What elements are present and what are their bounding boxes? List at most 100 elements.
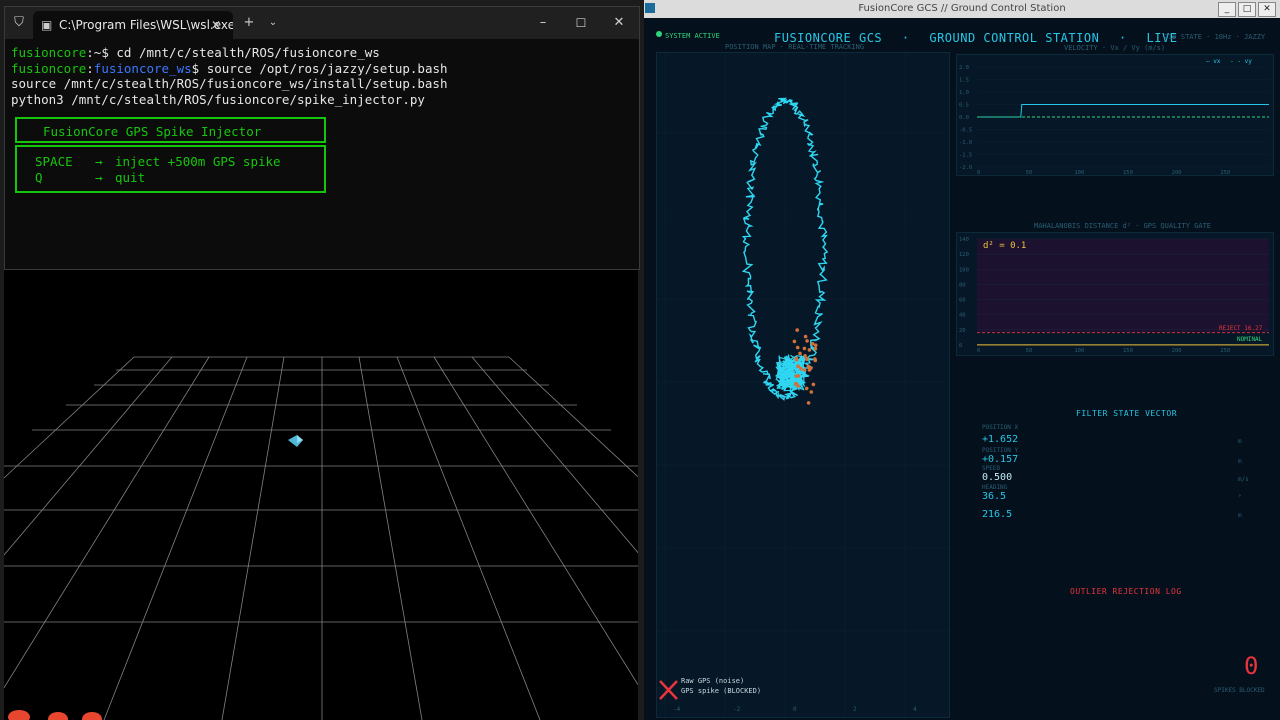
raw-gps-point [799, 366, 803, 371]
terminal-line: fusioncore:~$ cd /mnt/c/stealth/ROS/fusi… [11, 45, 380, 60]
raw-gps-point [795, 382, 799, 387]
state-unit: m/s [1238, 476, 1249, 483]
terminal-tab-title: C:\Program Files\WSL\wsl.exe [59, 18, 233, 32]
maximize-icon[interactable]: ☐ [569, 7, 593, 39]
position-map-title: POSITION MAP · REAL-TIME TRACKING [725, 43, 865, 51]
raw-gps-point [811, 382, 816, 387]
raw-gps-point [802, 368, 807, 372]
raw-gps-point [795, 328, 799, 332]
state-value: 36.5 [982, 491, 1007, 502]
x-tick-label: 150 [1123, 170, 1133, 175]
ground-grid [4, 356, 638, 720]
y-tick-label: -2.0 [959, 165, 972, 171]
y-tick-label: 0 [959, 343, 962, 349]
3d-viewer[interactable] [4, 270, 638, 720]
injector-title-box: FusionCore GPS Spike Injector [15, 117, 326, 143]
reject-label: REJECT 16.27 [1219, 325, 1263, 332]
raw-gps-point [813, 343, 818, 348]
new-tab-icon[interactable]: + [239, 7, 259, 39]
close-tab-icon[interactable]: ✕ [211, 11, 221, 39]
y-tick-label: 100 [959, 267, 969, 273]
maximize-icon[interactable]: □ [1238, 2, 1256, 17]
y-tick-label: 20 [959, 328, 966, 334]
minimize-icon[interactable]: – [531, 7, 555, 39]
robot-marker-icon[interactable] [286, 434, 304, 450]
injector-keys-box: SPACE → inject +500m GPS spike Q → quit [15, 145, 326, 193]
terminal-output[interactable]: fusioncore:~$ cd /mnt/c/stealth/ROS/fusi… [11, 45, 633, 107]
raw-gps-point [803, 354, 807, 358]
velocity-legend: — vx - - vy [1206, 58, 1252, 65]
red-dot-icon[interactable] [8, 710, 30, 720]
red-dot-icon[interactable] [48, 712, 68, 720]
raw-gps-point [804, 386, 809, 391]
y-tick-label: 120 [959, 252, 969, 258]
y-tick-label: -1.0 [959, 140, 972, 146]
x-tick-label: 2 [853, 706, 857, 713]
raw-gps-point [807, 348, 812, 352]
raw-gps-point [813, 346, 818, 351]
gcs-window: FusionCore GCS // Ground Control Station… [644, 0, 1280, 720]
velocity-panel[interactable]: 2.0 1.5 1.0 0.5 0.0 -0.5 -1.0 -1.5 -2.0 0 50 100 150… [956, 54, 1274, 176]
raw-gps-point [806, 401, 811, 405]
chevron-down-icon[interactable]: ⌄ [263, 7, 283, 39]
legend-vy: vy [1244, 58, 1252, 65]
header-right-info: 21D STATE · 10Hz · JAZZY [1164, 33, 1266, 41]
state-unit: ° [1238, 494, 1242, 501]
terminal-window: ⛉ ▣ C:\Program Files\WSL\wsl.exe ✕ + ⌄ –… [4, 6, 640, 270]
shield-icon[interactable]: ⛉ [9, 7, 29, 39]
red-dot-icon[interactable] [82, 712, 102, 720]
x-tick-label: 200 [1172, 348, 1182, 354]
mahalanobis-panel[interactable]: 140 120 100 80 60 40 20 0 0 50 100 150 200 250 d² = 0… [956, 232, 1274, 356]
state-label: HEADING [982, 484, 1008, 491]
raw-gps-point [805, 339, 809, 343]
injector-key-row: SPACE → inject +500m GPS spike [35, 154, 281, 169]
state-label: POSITION Y [982, 447, 1019, 454]
mahalanobis-chart: 1401201008060402000 50 100 150 200 250 [959, 237, 1269, 354]
outlier-log-title: OUTLIER REJECTION LOG [1070, 587, 1182, 596]
mahalanobis-title: MAHALANOBIS DISTANCE d² · GPS QUALITY GA… [1034, 222, 1212, 230]
state-label: POSITION X [982, 424, 1019, 431]
state-unit: m [1238, 512, 1242, 519]
legend-gps-spike: GPS spike (BLOCKED) [681, 687, 762, 695]
terminal-titlebar: ⛉ ▣ C:\Program Files\WSL\wsl.exe ✕ + ⌄ –… [5, 7, 639, 39]
x-tick-label: 250 [1220, 348, 1230, 354]
legend-vx: vx [1213, 58, 1221, 65]
close-icon[interactable]: ✕ [1258, 2, 1276, 17]
raw-gps-point [813, 357, 817, 361]
y-tick-label: 140 [959, 237, 969, 243]
y-tick-label: 0.0 [959, 115, 969, 121]
state-unit: m [1238, 458, 1242, 465]
position-map-panel[interactable]: POSITION MAP · REAL-TIME TRACKING 6420-2… [656, 43, 950, 718]
x-tick-label: 0 [977, 170, 980, 175]
legend-raw-gps: Raw GPS (noise) [681, 677, 745, 685]
filter-state-table: POSITION X +1.652 m POSITION Y +0.157 m … [982, 424, 1268, 528]
raw-gps-point [794, 357, 799, 362]
y-tick-label: 0.5 [959, 103, 969, 109]
x-tick-label: -2 [733, 706, 741, 713]
raw-gps-point [795, 345, 800, 350]
raw-gps-point [810, 341, 815, 346]
raw-gps-point [796, 364, 800, 369]
terminal-line: source /mnt/c/stealth/ROS/fusioncore_ws/… [11, 76, 448, 91]
terminal-tab[interactable]: ▣ C:\Program Files\WSL\wsl.exe ✕ [33, 11, 233, 39]
terminal-line: fusioncore:fusioncore_ws$ source /opt/ro… [11, 60, 448, 76]
raw-gps-point [809, 390, 814, 394]
x-tick-label: 50 [1026, 348, 1033, 354]
y-tick-label: 40 [959, 313, 966, 319]
x-tick-label: 4 [913, 706, 917, 713]
raw-gps-point [802, 346, 807, 351]
nominal-label: NOMINAL [1237, 336, 1263, 343]
raw-gps-point [794, 374, 799, 378]
state-value: 0.500 [982, 472, 1013, 483]
state-value: +1.652 [982, 434, 1019, 445]
raw-gps-point [805, 357, 809, 362]
reject-zone [977, 239, 1269, 333]
close-window-icon[interactable]: ✕ [607, 7, 631, 39]
filtered-track-cluster [774, 353, 807, 392]
y-tick-label: 60 [959, 298, 966, 304]
d2-readout: d² = 0.1 [983, 241, 1027, 251]
y-tick-label: 2.0 [959, 65, 969, 71]
state-value: +0.157 [982, 454, 1019, 465]
minimize-icon[interactable]: _ [1218, 2, 1236, 17]
raw-gps-point [798, 351, 802, 356]
